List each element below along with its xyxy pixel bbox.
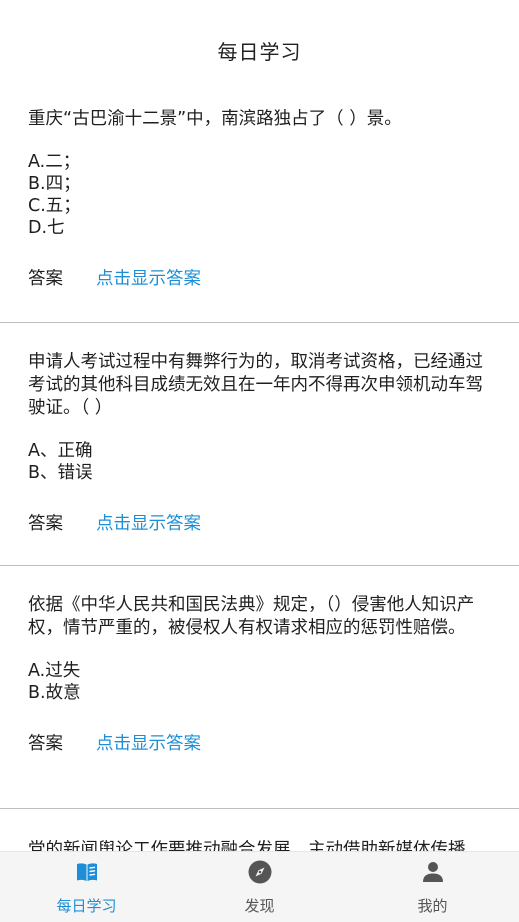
tab-label: 发现 bbox=[244, 896, 275, 915]
question-text: 重庆“古巴渝十二景”中，南滨路独占了（ ）景。 bbox=[28, 109, 402, 129]
question-card: 申请人考试过程中有舞弊行为的，取消考试资格，已经通过考试的其他科目成绩无效且在一… bbox=[0, 323, 519, 566]
answer-row: 答案 点击显示答案 bbox=[28, 265, 491, 290]
option-item: B、错误 bbox=[28, 463, 93, 483]
question-text: 依据《中华人民共和国民法典》规定，（）侵害他人知识产权，情节严重的，被侵权人有权… bbox=[28, 595, 475, 638]
question-card: 重庆“古巴渝十二景”中，南滨路独占了（ ）景。 A.二； B.四； C.五； D… bbox=[0, 100, 519, 323]
tab-mine[interactable]: 我的 bbox=[346, 852, 519, 922]
question-list[interactable]: 重庆“古巴渝十二景”中，南滨路独占了（ ）景。 A.二； B.四； C.五； D… bbox=[0, 100, 519, 852]
tab-daily-study[interactable]: 每日学习 bbox=[0, 852, 173, 922]
tab-discover[interactable]: 发现 bbox=[173, 852, 346, 922]
option-list: A、正确 B、错误 bbox=[28, 440, 491, 484]
option-item: C.五； bbox=[28, 196, 81, 216]
question-text: 申请人考试过程中有舞弊行为的，取消考试资格，已经通过考试的其他科目成绩无效且在一… bbox=[28, 352, 483, 418]
option-item: A.二； bbox=[28, 152, 81, 172]
bottom-tab-bar: 每日学习 发现 我的 bbox=[0, 851, 519, 922]
tab-label: 我的 bbox=[417, 896, 448, 915]
option-item: D.七 bbox=[28, 218, 65, 238]
app-header: 每日学习 bbox=[0, 0, 519, 100]
option-item: B.故意 bbox=[28, 683, 81, 703]
option-item: B.四； bbox=[28, 174, 81, 194]
option-list: A.过失 B.故意 bbox=[28, 660, 491, 704]
question-card: 依据《中华人民共和国民法典》规定，（）侵害他人知识产权，情节严重的，被侵权人有权… bbox=[0, 566, 519, 809]
tab-label: 每日学习 bbox=[56, 896, 117, 915]
option-list: A.二； B.四； C.五； D.七 bbox=[28, 151, 491, 239]
show-answer-link[interactable]: 点击显示答案 bbox=[96, 510, 201, 535]
show-answer-link[interactable]: 点击显示答案 bbox=[96, 265, 201, 290]
answer-label: 答案 bbox=[28, 734, 63, 754]
page-title: 每日学习 bbox=[217, 39, 302, 64]
person-icon bbox=[420, 859, 446, 889]
question-card: 党的新闻舆论工作要推动融合发展，主动借助新媒体传播 bbox=[0, 809, 519, 852]
answer-label: 答案 bbox=[28, 269, 63, 289]
question-text: 党的新闻舆论工作要推动融合发展，主动借助新媒体传播 bbox=[28, 840, 466, 852]
show-answer-link[interactable]: 点击显示答案 bbox=[96, 730, 201, 755]
option-item: A、正确 bbox=[28, 441, 93, 461]
answer-row: 答案 点击显示答案 bbox=[28, 510, 491, 535]
book-icon bbox=[74, 859, 100, 889]
option-item: A.过失 bbox=[28, 661, 81, 681]
answer-label: 答案 bbox=[28, 514, 63, 534]
compass-icon bbox=[247, 859, 273, 889]
answer-row: 答案 点击显示答案 bbox=[28, 730, 491, 755]
